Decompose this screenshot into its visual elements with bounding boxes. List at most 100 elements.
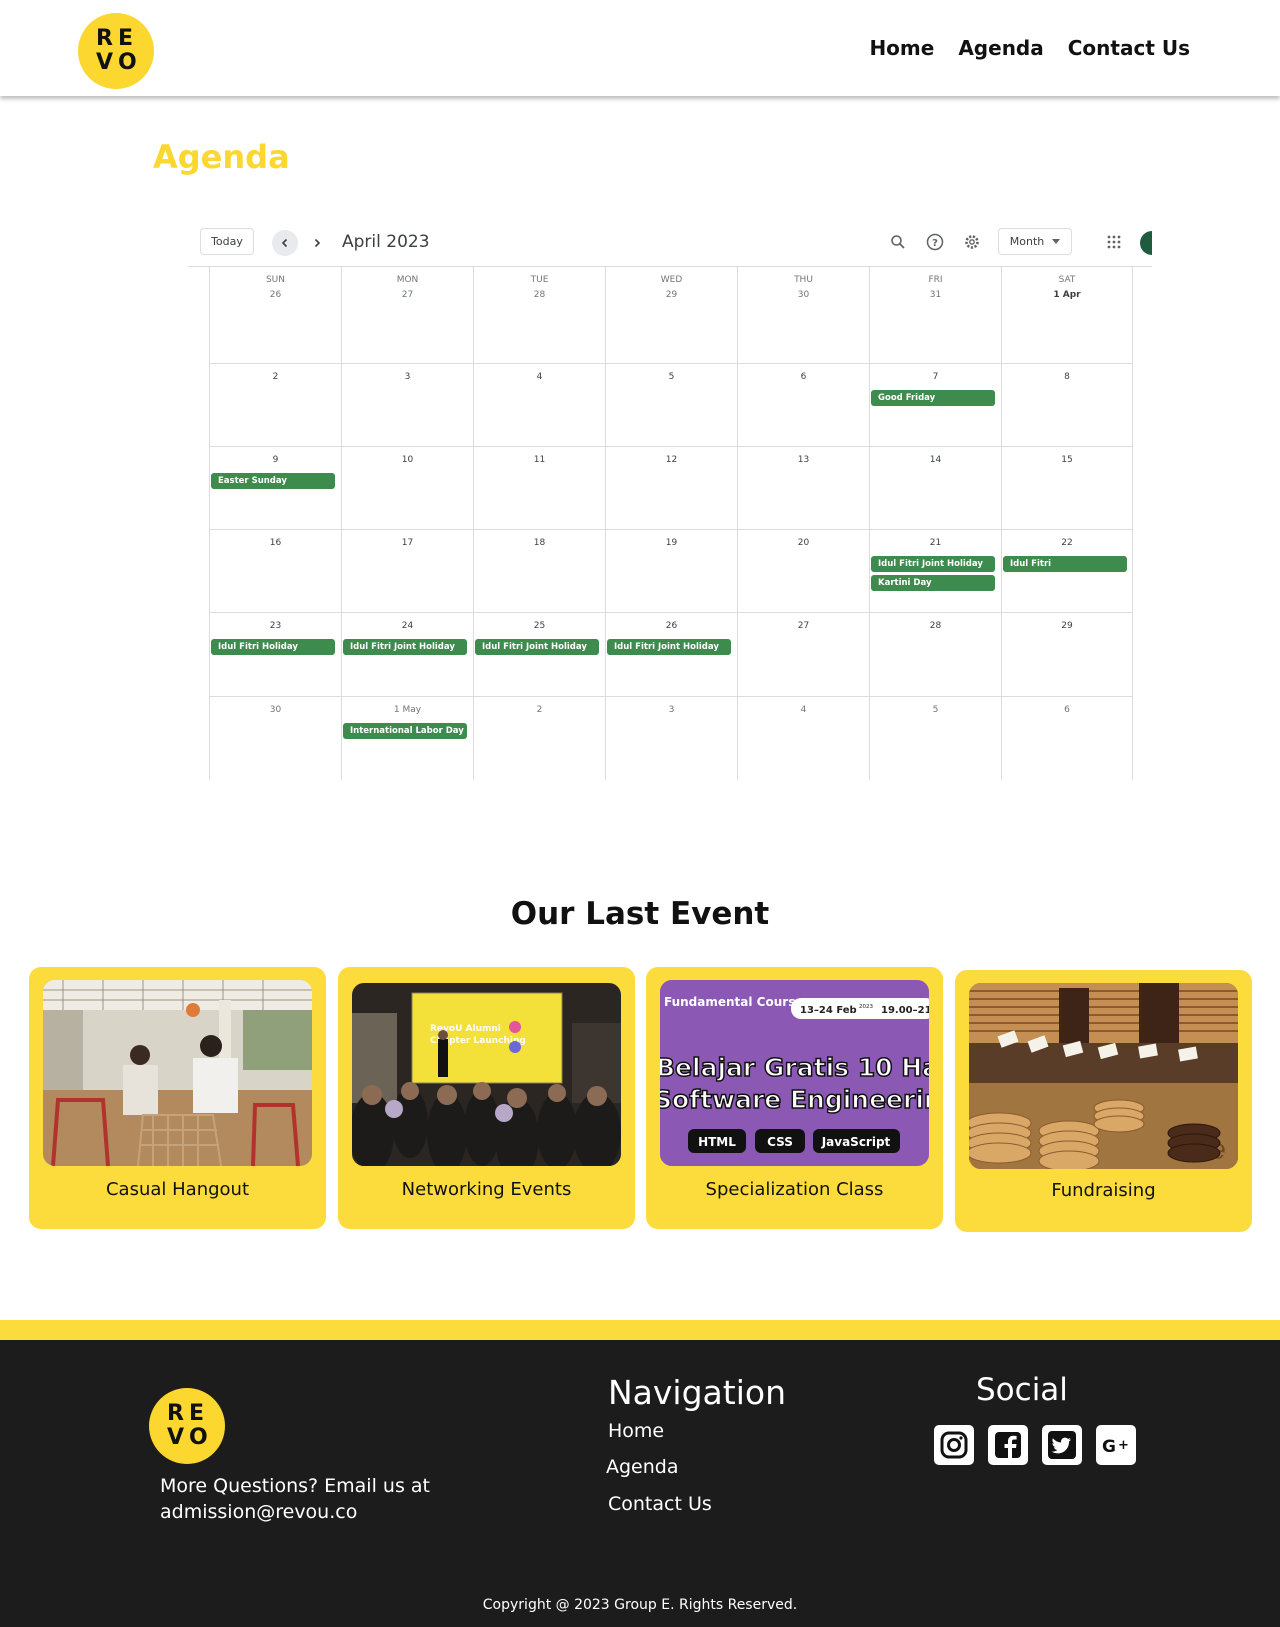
calendar-day-cell[interactable]: 8 bbox=[1001, 364, 1133, 447]
calendar-day-cell[interactable]: 7 Good Friday bbox=[869, 364, 1001, 447]
event-card-specialization[interactable]: Fundamental Course 13–24 Feb 2023 19.00–… bbox=[646, 967, 943, 1229]
calendar-event-chip[interactable]: Idul Fitri Joint Holiday bbox=[607, 639, 731, 655]
calendar-day-cell[interactable]: 30 bbox=[209, 697, 341, 780]
calendar-day-cell[interactable]: 24 Idul Fitri Joint Holiday bbox=[341, 613, 473, 697]
calendar-day-cell[interactable]: 27 bbox=[737, 613, 869, 697]
calendar-day-cell[interactable]: 21 Idul Fitri Joint Holiday Kartini Day bbox=[869, 530, 1001, 613]
day-number[interactable]: 15 bbox=[1002, 455, 1132, 465]
calendar-day-cell[interactable]: 12 bbox=[605, 447, 737, 530]
day-number[interactable]: 2 bbox=[474, 705, 605, 715]
footer-link-contact[interactable]: Contact Us bbox=[608, 1493, 712, 1515]
calendar-day-cell[interactable]: 28 bbox=[869, 613, 1001, 697]
day-number[interactable]: 5 bbox=[606, 372, 737, 382]
calendar-day-cell[interactable]: 26 Idul Fitri Joint Holiday bbox=[605, 613, 737, 697]
gear-icon[interactable] bbox=[960, 230, 984, 254]
day-number[interactable]: 8 bbox=[1002, 372, 1132, 382]
day-number[interactable]: 6 bbox=[1002, 705, 1132, 715]
day-number[interactable]: 5 bbox=[870, 705, 1001, 715]
calendar-event-chip[interactable]: Idul Fitri Holiday bbox=[211, 639, 335, 655]
calendar-day-cell[interactable]: SAT 1 Apr bbox=[1001, 267, 1133, 364]
day-number[interactable]: 18 bbox=[474, 538, 605, 548]
day-number[interactable]: 21 bbox=[870, 538, 1001, 548]
day-number[interactable]: 16 bbox=[210, 538, 341, 548]
search-icon[interactable] bbox=[886, 230, 910, 254]
calendar-day-cell[interactable]: 15 bbox=[1001, 447, 1133, 530]
day-number[interactable]: 7 bbox=[870, 372, 1001, 382]
help-icon[interactable]: ? bbox=[923, 230, 947, 254]
calendar-day-cell[interactable]: SUN 26 bbox=[209, 267, 341, 364]
day-number[interactable]: 10 bbox=[342, 455, 473, 465]
day-number[interactable]: 11 bbox=[474, 455, 605, 465]
nav-home-link[interactable]: Home bbox=[869, 36, 934, 60]
calendar-event-chip[interactable]: Good Friday bbox=[871, 390, 995, 406]
calendar-day-cell[interactable]: 13 bbox=[737, 447, 869, 530]
day-number[interactable]: 20 bbox=[738, 538, 869, 548]
day-number[interactable]: 22 bbox=[1002, 538, 1132, 548]
calendar-day-cell[interactable]: 23 Idul Fitri Holiday bbox=[209, 613, 341, 697]
day-number[interactable]: 30 bbox=[210, 705, 341, 715]
revou-logo[interactable]: R E V O bbox=[149, 1388, 225, 1464]
calendar-event-chip[interactable]: Idul Fitri Joint Holiday bbox=[343, 639, 467, 655]
day-number[interactable]: 2 bbox=[210, 372, 341, 382]
day-number[interactable]: 4 bbox=[738, 705, 869, 715]
calendar-day-cell[interactable]: FRI 31 bbox=[869, 267, 1001, 364]
day-number[interactable]: 27 bbox=[342, 290, 473, 300]
chevron-right-icon[interactable] bbox=[304, 230, 330, 256]
day-number[interactable]: 29 bbox=[606, 290, 737, 300]
apps-grid-icon[interactable] bbox=[1102, 230, 1126, 254]
calendar-day-cell[interactable]: 19 bbox=[605, 530, 737, 613]
event-card-networking[interactable]: RevoU Alumni Chapter Launching Networkin… bbox=[338, 967, 635, 1229]
calendar-day-cell[interactable]: 17 bbox=[341, 530, 473, 613]
calendar-day-cell[interactable]: 16 bbox=[209, 530, 341, 613]
twitter-icon[interactable] bbox=[1042, 1425, 1082, 1465]
calendar-day-cell[interactable]: 1 May International Labor Day bbox=[341, 697, 473, 780]
day-number[interactable]: 3 bbox=[342, 372, 473, 382]
day-number[interactable]: 6 bbox=[738, 372, 869, 382]
calendar-day-cell[interactable]: 4 bbox=[473, 364, 605, 447]
day-number[interactable]: 9 bbox=[210, 455, 341, 465]
calendar-day-cell[interactable]: 3 bbox=[341, 364, 473, 447]
calendar-event-chip[interactable]: Idul Fitri bbox=[1003, 556, 1127, 572]
day-number[interactable]: 23 bbox=[210, 621, 341, 631]
calendar-day-cell[interactable]: 2 bbox=[209, 364, 341, 447]
calendar-day-cell[interactable]: 5 bbox=[605, 364, 737, 447]
day-number[interactable]: 1 Apr bbox=[1002, 290, 1132, 300]
calendar-day-cell[interactable]: 20 bbox=[737, 530, 869, 613]
calendar-day-cell[interactable]: 3 bbox=[605, 697, 737, 780]
day-number[interactable]: 12 bbox=[606, 455, 737, 465]
footer-link-agenda[interactable]: Agenda bbox=[606, 1456, 679, 1478]
day-number[interactable]: 28 bbox=[870, 621, 1001, 631]
calendar-day-cell[interactable]: 10 bbox=[341, 447, 473, 530]
calendar-event-chip[interactable]: Kartini Day bbox=[871, 575, 995, 591]
day-number[interactable]: 26 bbox=[606, 621, 737, 631]
day-number[interactable]: 1 May bbox=[342, 705, 473, 715]
view-selector[interactable]: Month bbox=[998, 228, 1072, 255]
calendar-day-cell[interactable]: 14 bbox=[869, 447, 1001, 530]
calendar-day-cell[interactable]: 4 bbox=[737, 697, 869, 780]
day-number[interactable]: 14 bbox=[870, 455, 1001, 465]
calendar-event-chip[interactable]: International Labor Day bbox=[343, 723, 467, 739]
instagram-icon[interactable] bbox=[934, 1425, 974, 1465]
calendar-day-cell[interactable]: 22 Idul Fitri bbox=[1001, 530, 1133, 613]
calendar-day-cell[interactable]: WED 29 bbox=[605, 267, 737, 364]
day-number[interactable]: 4 bbox=[474, 372, 605, 382]
event-card-casual-hangout[interactable]: Casual Hangout bbox=[29, 967, 326, 1229]
day-number[interactable]: 17 bbox=[342, 538, 473, 548]
event-card-fundraising[interactable]: sale Fundraising bbox=[955, 970, 1252, 1232]
day-number[interactable]: 30 bbox=[738, 290, 869, 300]
calendar-day-cell[interactable]: 29 bbox=[1001, 613, 1133, 697]
calendar-day-cell[interactable]: 6 bbox=[737, 364, 869, 447]
calendar-event-chip[interactable]: Easter Sunday bbox=[211, 473, 335, 489]
avatar[interactable] bbox=[1140, 231, 1152, 255]
calendar-day-cell[interactable]: 5 bbox=[869, 697, 1001, 780]
calendar-event-chip[interactable]: Idul Fitri Joint Holiday bbox=[871, 556, 995, 572]
calendar-day-cell[interactable]: 25 Idul Fitri Joint Holiday bbox=[473, 613, 605, 697]
day-number[interactable]: 19 bbox=[606, 538, 737, 548]
calendar-day-cell[interactable]: TUE 28 bbox=[473, 267, 605, 364]
day-number[interactable]: 28 bbox=[474, 290, 605, 300]
day-number[interactable]: 29 bbox=[1002, 621, 1132, 631]
calendar-day-cell[interactable]: THU 30 bbox=[737, 267, 869, 364]
day-number[interactable]: 26 bbox=[210, 290, 341, 300]
calendar-day-cell[interactable]: 9 Easter Sunday bbox=[209, 447, 341, 530]
day-number[interactable]: 3 bbox=[606, 705, 737, 715]
